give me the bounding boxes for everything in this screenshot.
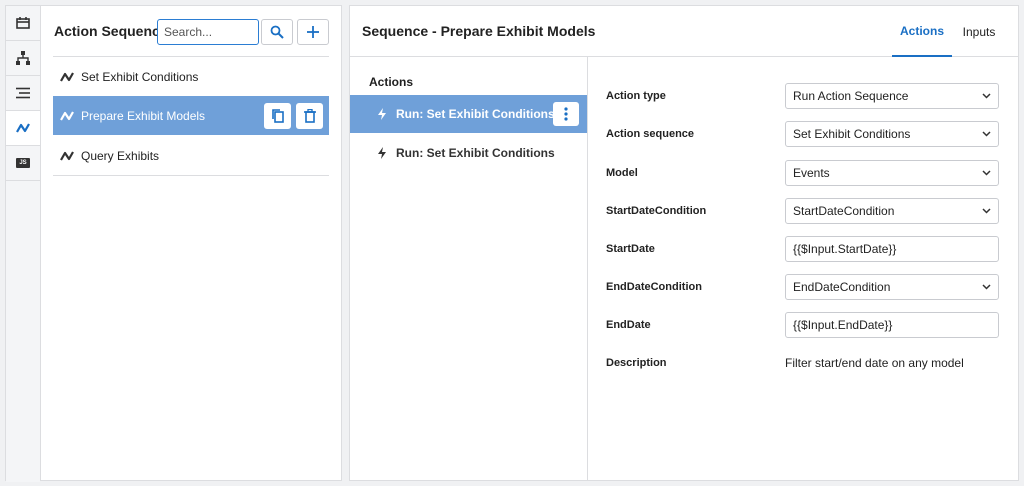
sequence-item-label: Query Exhibits: [81, 148, 160, 163]
action-type-select[interactable]: Run Action Sequence: [785, 83, 999, 109]
chevron-down-icon: [982, 93, 991, 99]
start-date-input[interactable]: [785, 236, 999, 262]
rail-item-list[interactable]: [6, 76, 40, 111]
icon-rail: JS: [5, 5, 40, 482]
rail-item-action-sequences[interactable]: [6, 111, 40, 146]
end-date-label: EndDate: [606, 319, 651, 331]
actions-column: Actions Run: Set Exhibit Conditions Run:…: [350, 57, 588, 480]
end-date-condition-label: EndDateCondition: [606, 281, 702, 293]
js-icon: JS: [16, 158, 30, 168]
rail-item-hierarchy[interactable]: [6, 41, 40, 76]
search-icon: [270, 25, 284, 39]
chevron-down-icon: [982, 170, 991, 176]
model-select[interactable]: Events: [785, 160, 999, 186]
lightning-icon: [378, 108, 386, 120]
action-sequences-icon: [16, 123, 30, 133]
rail-item-pages[interactable]: [6, 6, 40, 41]
sequence-item[interactable]: Set Exhibit Conditions: [53, 57, 329, 96]
page-title: Sequence - Prepare Exhibit Models: [362, 23, 596, 39]
chevron-down-icon: [982, 208, 991, 214]
sequence-panel: Sequence - Prepare Exhibit Models Action…: [349, 5, 1019, 481]
kebab-menu-icon: [564, 107, 568, 121]
tab-label: Inputs: [962, 24, 996, 39]
chevron-down-icon: [982, 131, 991, 137]
chevron-down-icon: [982, 284, 991, 290]
sequence-item-selected[interactable]: Prepare Exhibit Models: [53, 96, 329, 135]
duplicate-button[interactable]: [264, 103, 291, 129]
action-properties-form: Action type Run Action Sequence Action s…: [588, 57, 1018, 480]
sequence-item[interactable]: Query Exhibits: [53, 136, 329, 175]
add-sequence-button[interactable]: [297, 19, 329, 45]
list-divider: [53, 175, 329, 176]
sequence-header: Sequence - Prepare Exhibit Models Action…: [350, 6, 1018, 57]
action-item-label: Run: Set Exhibit Conditions: [396, 146, 555, 160]
tab-actions[interactable]: Actions: [892, 6, 952, 57]
action-item[interactable]: Run: Set Exhibit Conditions: [350, 134, 587, 172]
start-date-label: StartDate: [606, 243, 655, 255]
select-value: Events: [793, 166, 830, 180]
end-date-input[interactable]: [785, 312, 999, 338]
start-date-condition-select[interactable]: StartDateCondition: [785, 198, 999, 224]
action-sequence-label: Action sequence: [606, 128, 695, 140]
rail-item-js[interactable]: JS: [6, 146, 40, 181]
actions-heading: Actions: [369, 75, 414, 89]
sequence-item-label: Set Exhibit Conditions: [81, 69, 199, 84]
select-value: EndDateCondition: [793, 280, 891, 294]
lightning-icon: [378, 147, 386, 159]
select-value: Set Exhibit Conditions: [793, 127, 911, 141]
rail-filler: [6, 181, 40, 482]
action-menu-button[interactable]: [553, 102, 579, 126]
search-input[interactable]: [157, 19, 259, 45]
end-date-condition-select[interactable]: EndDateCondition: [785, 274, 999, 300]
delete-button[interactable]: [296, 103, 323, 129]
sequence-icon: [60, 71, 74, 82]
start-date-condition-label: StartDateCondition: [606, 205, 707, 217]
tab-inputs[interactable]: Inputs: [952, 6, 1006, 57]
model-label: Model: [606, 167, 638, 179]
list-header: Action Sequences: [41, 6, 341, 57]
search-button[interactable]: [261, 19, 293, 45]
sequence-item-label: Prepare Exhibit Models: [81, 108, 206, 123]
action-item-label: Run: Set Exhibit Conditions: [396, 107, 555, 121]
action-type-label: Action type: [606, 90, 666, 102]
sequence-icon: [60, 150, 74, 161]
action-item-selected[interactable]: Run: Set Exhibit Conditions: [350, 95, 587, 133]
copy-icon: [271, 109, 284, 123]
pages-icon: [16, 17, 30, 29]
sequence-item-actions: [264, 103, 323, 129]
select-value: Run Action Sequence: [793, 89, 909, 103]
description-label: Description: [606, 357, 667, 369]
trash-icon: [303, 109, 316, 123]
tab-label: Actions: [899, 23, 944, 38]
list-icon: [16, 87, 30, 99]
action-sequences-panel: Action Sequences Set Exhibit Conditions …: [40, 5, 342, 481]
description-value: Filter start/end date on any model: [785, 356, 964, 370]
hierarchy-icon: [16, 51, 30, 65]
plus-icon: [307, 26, 319, 38]
sequence-icon: [60, 110, 74, 121]
action-sequence-select[interactable]: Set Exhibit Conditions: [785, 121, 999, 147]
select-value: StartDateCondition: [793, 204, 895, 218]
